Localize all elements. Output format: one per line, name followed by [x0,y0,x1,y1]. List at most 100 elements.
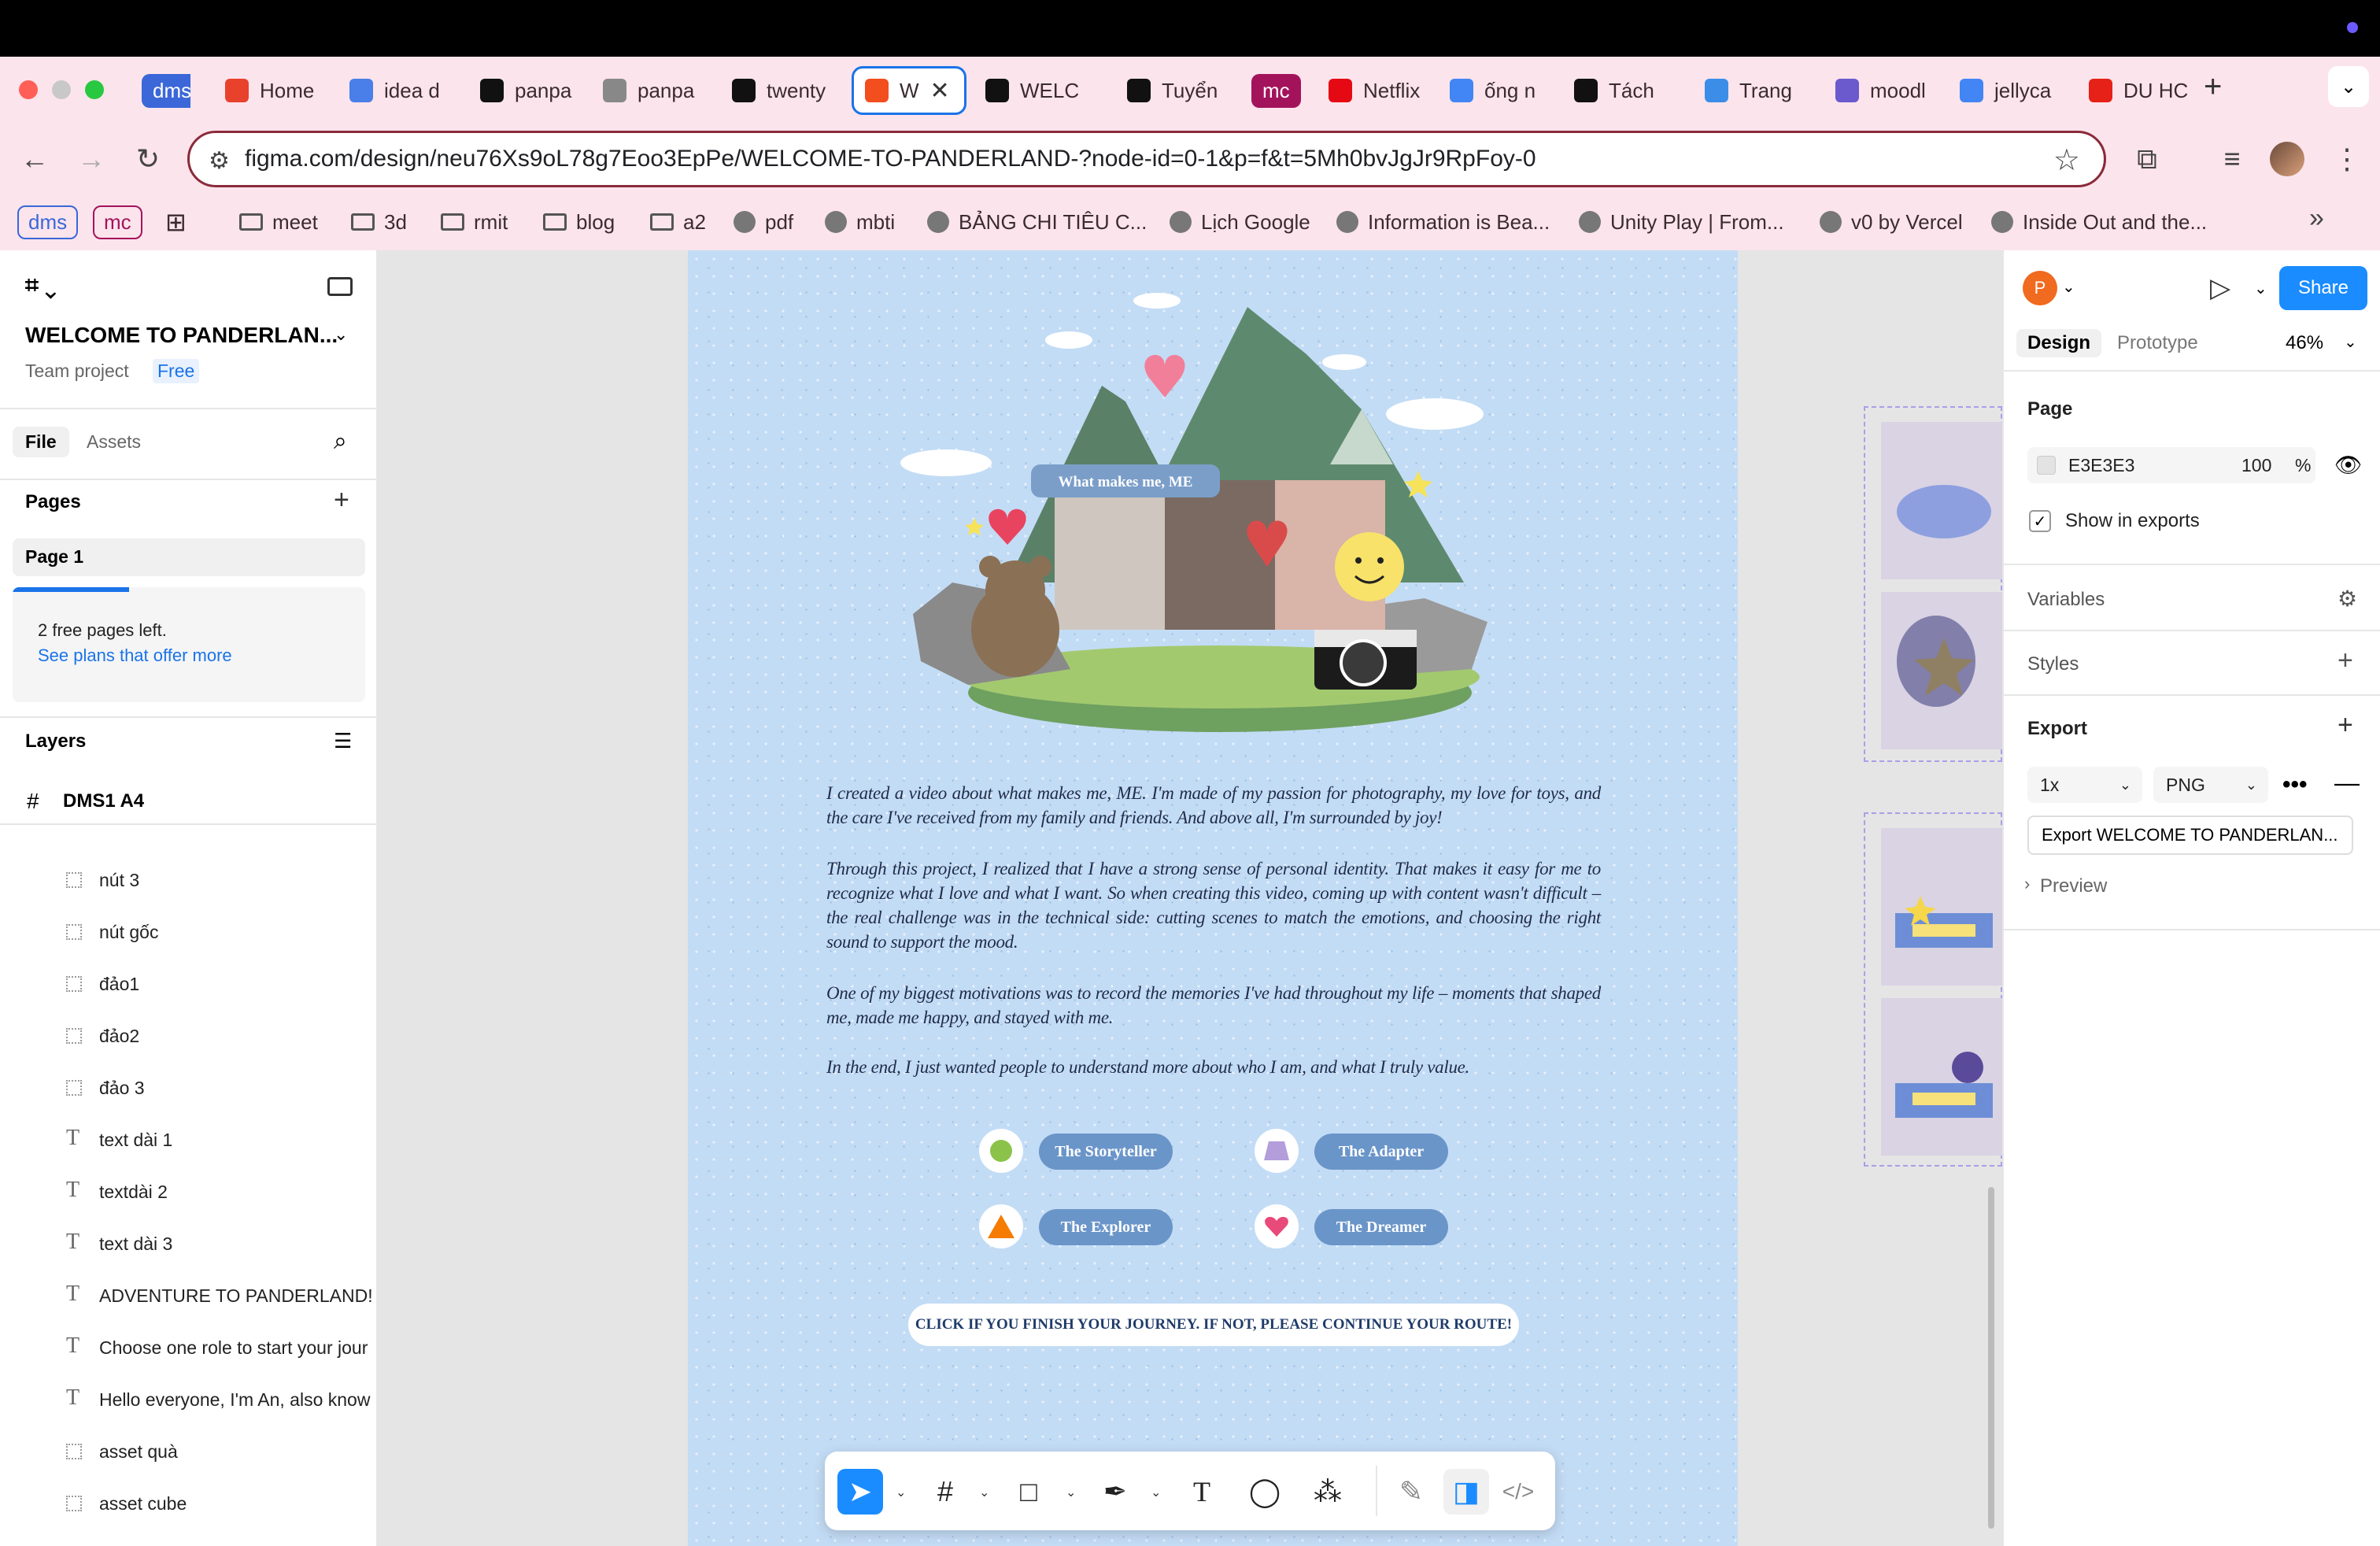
bookmark-item[interactable]: mc [93,205,142,239]
browser-tab[interactable]: panpa [592,66,710,115]
shape-tool-chevron-icon[interactable]: ⌄ [1066,1485,1076,1500]
bookmark-star-icon[interactable]: ☆ [2053,142,2080,178]
export-options-icon[interactable]: ••• [2282,771,2308,798]
role-button-storyteller[interactable]: The Storyteller [1039,1134,1173,1170]
pen-tool-icon[interactable]: ✒ [1092,1469,1138,1515]
see-plans-link[interactable]: See plans that offer more [38,645,232,666]
tab-group-label[interactable]: mc [1251,73,1301,108]
new-tab-button[interactable]: + [2204,69,2222,105]
role-icon-explorer[interactable] [979,1204,1023,1248]
forward-button[interactable]: → [72,140,110,178]
profile-avatar[interactable] [2270,142,2304,176]
remove-export-icon[interactable]: — [2334,768,2360,797]
browser-tab[interactable]: dms [131,66,190,115]
extensions-icon[interactable]: ⧉ [2128,140,2166,178]
role-icon-storyteller[interactable] [979,1129,1023,1173]
plan-badge[interactable]: Free [153,359,200,383]
browser-tab[interactable]: jellyca [1949,66,2067,115]
browser-tab[interactable]: W ✕ [852,66,966,115]
dev-mode-icon[interactable]: </> [1495,1469,1541,1515]
frame-layer-row[interactable]: # DMS1 A4 [0,778,378,823]
frame-tool-icon[interactable]: # [922,1469,968,1515]
browser-tab[interactable]: panpa [469,66,584,115]
bookmark-item[interactable]: dms [17,205,79,239]
zoom-window-button[interactable] [85,80,104,99]
reload-button[interactable]: ↻ [129,140,167,178]
add-export-icon[interactable]: + [2338,710,2353,741]
bookmark-item[interactable]: pdf [734,205,793,239]
user-avatar[interactable]: P [2023,271,2057,305]
browser-tab[interactable]: Tuyển [1116,66,1231,115]
figma-menu-icon[interactable]: ⌗ ⌄ [25,272,56,299]
browser-tab[interactable]: idea d [338,66,455,115]
bookmark-item[interactable]: Information is Bea... [1336,205,1550,239]
comment-tool-icon[interactable]: ◯ [1242,1469,1288,1515]
bookmark-item[interactable]: BẢNG CHI TIÊU C... [927,205,1147,239]
bookmark-item[interactable]: blog [543,205,615,239]
more-bookmarks-icon[interactable]: » [2309,203,2324,234]
variables-settings-icon[interactable]: ⚙ [2338,586,2357,612]
frame-tool-chevron-icon[interactable]: ⌄ [979,1485,989,1500]
layer-row[interactable]: asset role [0,1530,378,1546]
layer-row[interactable]: đảo2 [0,1011,378,1061]
tab-file[interactable]: File [13,427,69,457]
bookmark-item[interactable]: Unity Play | From... [1579,205,1784,239]
close-window-button[interactable] [19,80,38,99]
collapse-layers-icon[interactable]: ☰ [334,729,352,753]
present-play-icon[interactable]: ▷ [2210,272,2230,304]
design-mode-icon[interactable]: ◨ [1443,1469,1489,1515]
file-title[interactable]: WELCOME TO PANDERLAN... [25,323,338,348]
role-button-explorer[interactable]: The Explorer [1039,1209,1173,1245]
export-format-select[interactable]: PNG ⌄ [2153,767,2268,803]
layer-row[interactable]: đảo1 [0,959,378,1009]
bookmark-item[interactable]: v0 by Vercel [1820,205,1963,239]
url-field[interactable]: ⚙ figma.com/design/neu76Xs9oL78g7Eoo3EpP… [187,131,2106,187]
share-button[interactable]: Share [2279,266,2367,310]
browser-tab[interactable]: mc [1240,66,1306,115]
avatar-chevron-icon[interactable]: ⌄ [2062,277,2075,297]
show-in-exports-checkbox[interactable]: ✓ [2029,510,2051,532]
bookmark-item[interactable]: rmit [441,205,508,239]
text-tool-icon[interactable]: T [1179,1469,1225,1515]
layer-row[interactable]: Ttext dài 3 [0,1219,378,1269]
layer-row[interactable]: nút 3 [0,855,378,905]
media-control-icon[interactable]: ≡ [2213,140,2251,178]
finish-journey-button[interactable]: CLICK IF YOU FINISH YOUR JOURNEY. IF NOT… [908,1304,1519,1346]
preview-label[interactable]: Preview [2040,875,2107,897]
layer-row[interactable]: nút gốc [0,907,378,957]
browser-tab[interactable]: WELC [974,66,1107,115]
tab-prototype[interactable]: Prototype [2117,332,2198,354]
browser-tab[interactable]: ống n [1439,66,1554,115]
layer-row[interactable]: Ttextdài 2 [0,1167,378,1217]
back-button[interactable]: ← [16,140,54,178]
bookmark-item[interactable]: mbti [825,205,895,239]
layer-row[interactable]: đảo 3 [0,1063,378,1113]
move-tool-chevron-icon[interactable]: ⌄ [896,1485,906,1500]
browser-tab[interactable]: Home [214,66,329,115]
browser-tab[interactable]: Tách [1563,66,1681,115]
site-settings-icon[interactable]: ⚙ [209,147,230,175]
browser-tab[interactable]: Netflix [1318,66,1428,115]
browser-tab[interactable]: Trang [1694,66,1813,115]
zoom-level[interactable]: 46% [2286,332,2323,354]
browser-tab[interactable]: twenty [721,66,837,115]
draw-mode-icon[interactable]: ✎ [1388,1469,1434,1515]
role-button-adapter[interactable]: The Adapter [1314,1134,1448,1170]
role-icon-adapter[interactable] [1255,1129,1299,1173]
export-scale-select[interactable]: 1x ⌄ [2027,767,2142,803]
layer-row[interactable]: T Hello everyone, I'm An, also know [0,1374,378,1425]
tab-design[interactable]: Design [2016,329,2102,357]
layer-row[interactable]: asset cube [0,1478,378,1529]
bookmark-item[interactable]: a2 [650,205,706,239]
browser-tab[interactable]: moodl [1824,66,1939,115]
page-opacity[interactable]: 100 [2241,455,2271,476]
tab-assets[interactable]: Assets [87,431,141,453]
browser-tab[interactable]: DU HC [2078,66,2194,115]
actions-tool-icon[interactable]: ⁂ [1305,1469,1351,1515]
add-page-icon[interactable]: + [334,485,349,516]
move-tool-icon[interactable]: ➤ [837,1469,883,1515]
export-button[interactable]: Export WELCOME TO PANDERLAN... [2027,816,2353,855]
pen-tool-chevron-icon[interactable]: ⌄ [1151,1485,1161,1500]
browser-menu-icon[interactable]: ⋮ [2328,140,2366,178]
close-tab-icon[interactable]: ✕ [930,77,950,105]
